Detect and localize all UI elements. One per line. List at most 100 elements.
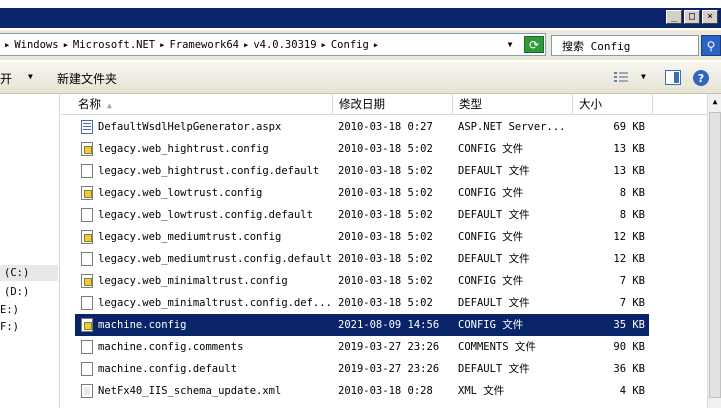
file-size: 35 KB: [613, 319, 645, 331]
file-date: 2010-03-18 5:02: [338, 231, 433, 243]
breadcrumb-framework64[interactable]: Framework64: [169, 39, 239, 51]
file-size: 13 KB: [613, 143, 645, 155]
file-type: CONFIG 文件: [458, 187, 524, 199]
document-icon: [81, 164, 93, 178]
breadcrumb-separator[interactable]: ▸: [59, 39, 73, 51]
file-date: 2019-03-27 23:26: [338, 341, 440, 353]
file-size: 8 KB: [619, 209, 645, 221]
file-row[interactable]: legacy.web_mediumtrust.config.default 201…: [75, 248, 649, 270]
file-date: 2010-03-18 5:02: [338, 253, 433, 265]
file-size: 90 KB: [613, 341, 645, 353]
window-controls: _ □ ×: [666, 10, 718, 24]
document-icon: [81, 362, 93, 376]
help-icon[interactable]: ?: [693, 70, 709, 86]
file-date: 2019-03-27 23:26: [338, 363, 440, 375]
minimize-button[interactable]: _: [666, 10, 682, 24]
file-row[interactable]: legacy.web_minimaltrust.config 2010-03-18…: [75, 270, 649, 292]
file-type: DEFAULT 文件: [458, 363, 530, 375]
address-bar[interactable]: ▸ Windows ▸ Microsoft.NET ▸ Framework64 …: [0, 33, 546, 56]
file-type: CONFIG 文件: [458, 231, 524, 243]
file-name: DefaultWsdlHelpGenerator.aspx: [98, 121, 282, 133]
title-bar: _ □ ×: [0, 0, 721, 30]
file-date: 2010-03-18 5:02: [338, 143, 433, 155]
file-size: 4 KB: [619, 385, 645, 397]
file-date: 2010-03-18 0:28: [338, 385, 433, 397]
nav-item-drive-e[interactable]: E:): [0, 302, 58, 318]
document-icon: [81, 208, 93, 222]
maximize-button[interactable]: □: [684, 10, 700, 24]
file-name: legacy.web_minimaltrust.config.def...: [98, 297, 332, 309]
breadcrumb-v4[interactable]: v4.0.30319: [253, 39, 316, 51]
column-header-date[interactable]: 修改日期: [333, 94, 453, 115]
file-name: legacy.web_mediumtrust.config.default: [98, 253, 332, 265]
file-type: DEFAULT 文件: [458, 165, 530, 177]
scroll-up-icon[interactable]: ▲: [708, 94, 721, 109]
file-list: DefaultWsdlHelpGenerator.aspx 2010-03-18 …: [61, 116, 707, 408]
file-name: legacy.web_hightrust.config.default: [98, 165, 320, 177]
file-type: CONFIG 文件: [458, 143, 524, 155]
file-type: DEFAULT 文件: [458, 297, 530, 309]
xml-file-icon: [81, 384, 93, 398]
file-type: DEFAULT 文件: [458, 253, 530, 265]
breadcrumb-separator[interactable]: ▸: [369, 39, 383, 51]
open-dropdown-icon[interactable]: ▼: [28, 72, 33, 81]
open-button[interactable]: 打开: [0, 70, 12, 87]
column-header-name[interactable]: 名称 ▲: [61, 94, 333, 115]
file-row[interactable]: DefaultWsdlHelpGenerator.aspx 2010-03-18 …: [75, 116, 649, 138]
file-size: 13 KB: [613, 165, 645, 177]
file-name: legacy.web_mediumtrust.config: [98, 231, 282, 243]
nav-item-drive-d[interactable]: (D:): [0, 284, 58, 300]
view-options-icon[interactable]: [614, 71, 628, 84]
file-row[interactable]: legacy.web_hightrust.config.default 2010-…: [75, 160, 649, 182]
file-name: machine.config: [98, 319, 187, 331]
file-date: 2010-03-18 5:02: [338, 165, 433, 177]
sort-ascending-icon: ▲: [107, 101, 112, 110]
search-input[interactable]: 搜索 Config: [551, 35, 699, 56]
breadcrumb-separator[interactable]: ▸: [155, 39, 169, 51]
search-icon[interactable]: ⚲: [701, 35, 721, 56]
file-row[interactable]: machine.config.default 2019-03-27 23:26 DE…: [75, 358, 649, 380]
file-row[interactable]: legacy.web_hightrust.config 2010-03-18 5:…: [75, 138, 649, 160]
file-size: 7 KB: [619, 275, 645, 287]
file-row[interactable]: machine.config.comments 2019-03-27 23:26 C…: [75, 336, 649, 358]
file-size: 69 KB: [613, 121, 645, 133]
file-name: machine.config.comments: [98, 341, 244, 353]
file-row[interactable]: NetFx40_IIS_schema_update.xml 2010-03-18 …: [75, 380, 649, 402]
file-date: 2010-03-18 0:27: [338, 121, 433, 133]
file-size: 7 KB: [619, 297, 645, 309]
config-file-icon: [81, 186, 93, 200]
breadcrumb-windows[interactable]: Windows: [14, 39, 58, 51]
breadcrumb-separator[interactable]: ▸: [239, 39, 253, 51]
file-row[interactable]: legacy.web_lowtrust.config 2010-03-18 5:0…: [75, 182, 649, 204]
file-size: 36 KB: [613, 363, 645, 375]
column-header-type[interactable]: 类型: [453, 94, 573, 115]
close-button[interactable]: ×: [702, 10, 718, 24]
file-type: DEFAULT 文件: [458, 209, 530, 221]
aspx-file-icon: [81, 120, 93, 134]
nav-item-drive-c[interactable]: (C:): [0, 265, 58, 281]
new-folder-button[interactable]: 新建文件夹: [57, 70, 117, 87]
view-dropdown-icon[interactable]: ▼: [641, 72, 646, 81]
file-row[interactable]: machine.config 2021-08-09 14:56 CONFIG 文件 3…: [75, 314, 649, 336]
refresh-icon[interactable]: ⟳: [524, 36, 544, 53]
preview-pane-icon[interactable]: [665, 70, 681, 85]
document-icon: [81, 252, 93, 266]
nav-item-drive-f[interactable]: F:): [0, 319, 58, 335]
file-row[interactable]: legacy.web_mediumtrust.config 2010-03-18 …: [75, 226, 649, 248]
file-row[interactable]: legacy.web_minimaltrust.config.def... 201…: [75, 292, 649, 314]
address-row: ▸ Windows ▸ Microsoft.NET ▸ Framework64 …: [0, 30, 721, 60]
file-row[interactable]: legacy.web_lowtrust.config.default 2010-0…: [75, 204, 649, 226]
breadcrumb-separator[interactable]: ▸: [0, 39, 14, 51]
address-dropdown-icon[interactable]: ▼: [503, 35, 517, 53]
breadcrumb-separator[interactable]: ▸: [317, 39, 331, 51]
breadcrumb-config[interactable]: Config: [331, 39, 369, 51]
breadcrumb-microsoft-net[interactable]: Microsoft.NET: [73, 39, 155, 51]
column-header-size[interactable]: 大小: [573, 94, 653, 115]
file-type: CONFIG 文件: [458, 275, 524, 287]
config-file-icon: [81, 274, 93, 288]
title-bar-band: [0, 8, 721, 28]
document-icon: [81, 340, 93, 354]
file-type: XML 文件: [458, 385, 505, 397]
scrollbar-thumb[interactable]: [709, 112, 721, 398]
vertical-scrollbar[interactable]: ▲: [707, 94, 721, 408]
